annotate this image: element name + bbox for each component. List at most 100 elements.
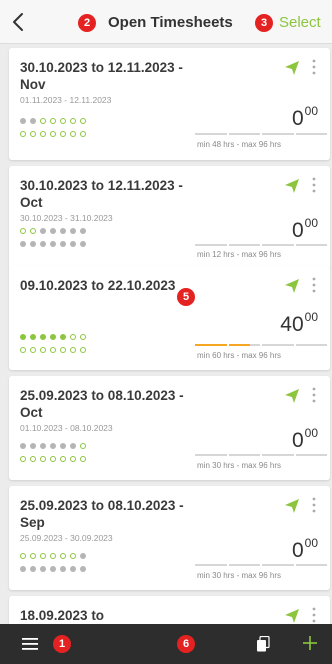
day-status-dot [20,131,26,137]
timesheet-card[interactable]: 09.10.2023 to 22.10.2023 5 4000 min 60 h… [9,266,330,370]
timesheet-title: 25.09.2023 to 08.10.2023 - Oct [20,388,184,420]
day-dots-row [20,566,86,574]
day-status-dot [70,456,76,462]
day-status-dot [70,228,76,234]
day-status-dot [50,553,56,559]
day-status-dot [50,566,56,572]
paper-plane-icon[interactable] [284,60,300,76]
paper-plane-icon[interactable] [284,498,300,514]
progress-segment [228,133,260,135]
day-status-dot [80,553,86,559]
timesheet-card[interactable]: 25.09.2023 to 08.10.2023 - Sep 25.09.202… [9,486,330,590]
progress-fill [195,344,227,346]
timesheet-title: 30.10.2023 to 12.11.2023 - Nov [20,60,183,92]
day-status-dot [70,553,76,559]
minutes-value: 00 [304,310,318,324]
plus-icon[interactable] [303,636,317,650]
hours-progress-bar [195,564,327,566]
paper-plane-icon[interactable] [284,178,300,194]
day-dots-row [20,334,86,342]
day-dots-row [20,228,86,236]
annotation-badge-2: 2 [78,14,96,32]
kebab-icon[interactable] [312,59,316,75]
progress-segment [195,133,227,135]
timesheet-card[interactable]: 25.09.2023 to 08.10.2023 - Oct 01.10.202… [9,376,330,480]
day-status-dot [80,118,86,124]
day-dots-row [20,456,86,464]
day-status-dot [30,443,36,449]
copy-icon[interactable] [256,636,270,652]
day-status-dot [50,443,56,449]
day-dots-row [20,443,86,451]
select-button[interactable]: Select [279,14,321,31]
annotation-badge-5: 5 [177,288,195,306]
day-status-dot [20,334,26,340]
kebab-icon[interactable] [312,277,316,293]
day-status-dot [80,566,86,572]
day-status-dot [80,456,86,462]
minutes-value: 00 [304,104,318,118]
progress-segment [262,564,294,566]
day-status-dot [40,334,46,340]
hours-progress-bar [195,244,327,246]
day-status-dot [20,347,26,353]
day-status-dot [50,347,56,353]
timesheet-list[interactable]: 30.10.2023 to 12.11.2023 - Nov 01.11.202… [0,44,332,624]
page-title: Open Timesheets [108,14,233,31]
day-status-dot [50,131,56,137]
logged-hours: 000 [291,426,318,453]
day-status-dot [40,347,46,353]
min-max-hours: min 48 hrs - max 96 hrs [197,140,282,149]
day-status-dot [80,334,86,340]
day-status-dot [30,566,36,572]
day-status-dot [70,131,76,137]
min-max-hours: min 30 hrs - max 96 hrs [197,461,282,470]
hours-value: 0 [291,429,304,452]
progress-segment [195,454,227,456]
day-status-dot [80,443,86,449]
progress-segment [195,564,227,566]
day-status-dot [50,456,56,462]
kebab-icon[interactable] [312,497,316,513]
day-status-dot [60,334,66,340]
progress-segment [295,244,327,246]
timesheet-range: 01.10.2023 - 08.10.2023 [20,423,113,433]
logged-hours: 000 [291,104,318,131]
chevron-left-icon[interactable] [6,9,32,35]
paper-plane-icon[interactable] [284,388,300,404]
day-status-dot [30,456,36,462]
day-status-dot [60,443,66,449]
hours-value: 0 [291,219,304,242]
hours-value: 0 [291,107,304,130]
day-status-dot [40,443,46,449]
kebab-icon[interactable] [312,387,316,403]
day-status-dot [30,131,36,137]
progress-segment [228,454,260,456]
timesheet-card[interactable]: 30.10.2023 to 12.11.2023 - Nov 01.11.202… [9,48,330,160]
day-status-dot [30,228,36,234]
timesheet-card[interactable]: 30.10.2023 to 12.11.2023 - Oct 30.10.202… [9,166,330,270]
paper-plane-icon[interactable] [284,278,300,294]
kebab-icon[interactable] [312,177,316,193]
day-dots-row [20,118,86,126]
day-dots-row [20,347,86,355]
timesheet-range: 30.10.2023 - 31.10.2023 [20,213,113,223]
day-status-dot [70,566,76,572]
progress-segment [295,454,327,456]
day-status-dot [80,228,86,234]
annotation-badge-1: 1 [53,635,71,653]
day-status-dot [20,456,26,462]
progress-segment [295,344,327,346]
top-bar: 2 Open Timesheets 3 Select [0,0,332,44]
paper-plane-icon[interactable] [284,608,300,624]
minutes-value: 00 [304,536,318,550]
day-status-dot [70,347,76,353]
logged-hours: 4000 [280,310,318,337]
kebab-icon[interactable] [312,607,316,623]
progress-segment [262,133,294,135]
day-status-dot [20,118,26,124]
hamburger-icon[interactable] [22,638,38,650]
day-status-dot [30,553,36,559]
timesheet-card[interactable]: 18.09.2023 to [9,596,330,624]
day-status-dot [40,456,46,462]
